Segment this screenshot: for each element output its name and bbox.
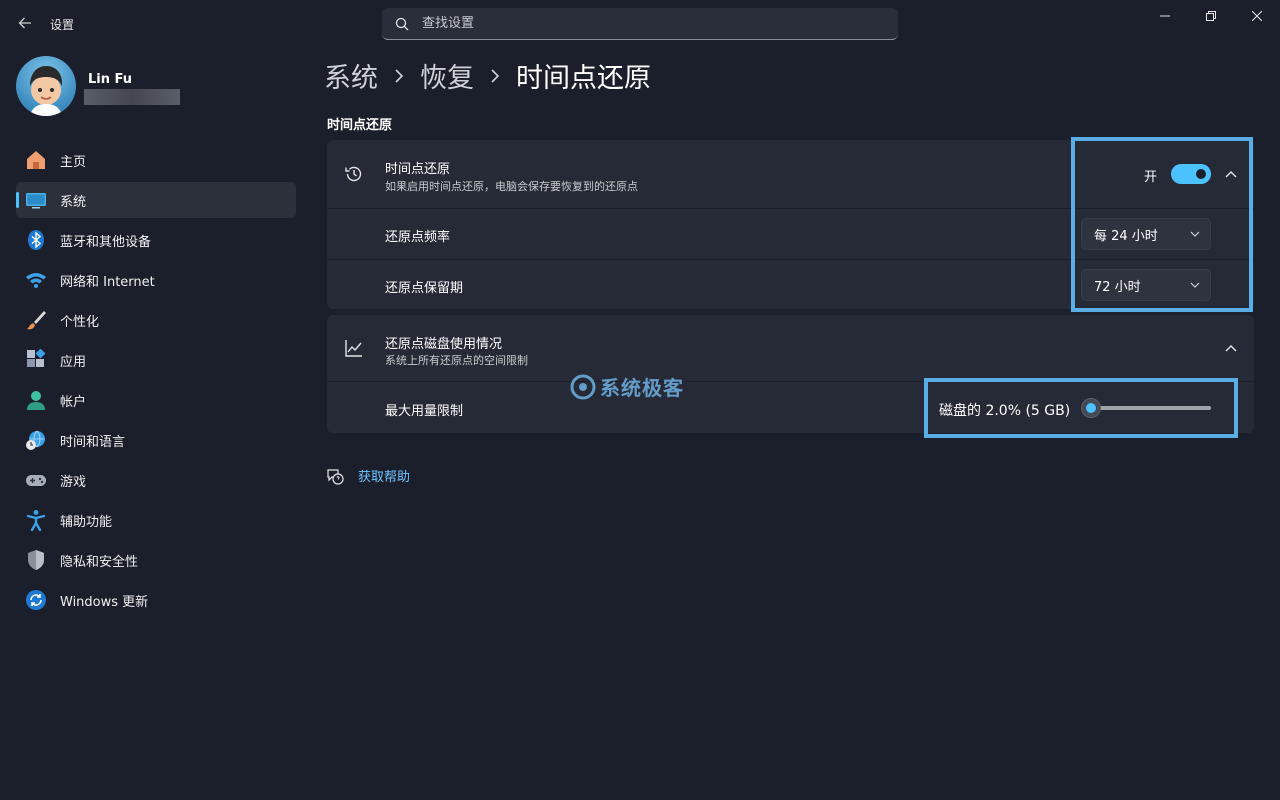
sidebar-item-network[interactable]: 网络和 Internet [16, 262, 296, 298]
sidebar-item-label: 个性化 [60, 314, 100, 330]
minimize-icon [1160, 15, 1170, 17]
sidebar-item-label: 应用 [60, 354, 87, 370]
sidebar-item-label: 游戏 [60, 474, 87, 490]
sidebar-item-label: 主页 [60, 154, 87, 170]
sidebar-item-label: 辅助功能 [60, 514, 113, 530]
home-icon [25, 149, 47, 171]
sidebar-item-time-language[interactable]: 时间和语言 [16, 422, 296, 458]
search-box[interactable] [382, 8, 898, 40]
frequency-label: 还原点频率 [385, 230, 451, 245]
back-button[interactable] [14, 12, 36, 34]
breadcrumb: 系统 恢复 时间点还原 [324, 56, 651, 95]
user-profile[interactable]: Lin Fu [16, 56, 296, 118]
help-chat-icon [327, 468, 344, 485]
retention-label: 还原点保留期 [385, 281, 464, 296]
get-help-text: 获取帮助 [358, 470, 411, 485]
minimize-button[interactable] [1142, 0, 1188, 32]
brush-icon [25, 309, 47, 331]
close-button[interactable] [1234, 0, 1280, 32]
sidebar-item-personalization[interactable]: 个性化 [16, 302, 296, 338]
globe-clock-icon [25, 429, 47, 451]
search-icon [382, 17, 422, 31]
sidebar-item-label: 隐私和安全性 [60, 554, 139, 570]
highlight-box [924, 378, 1238, 438]
search-input[interactable] [422, 16, 862, 31]
sidebar-nav: 主页 系统 蓝牙和其他设备 网络和 Internet 个性化 应用 帐户 时间和… [16, 142, 296, 622]
restore-button[interactable] [1188, 0, 1234, 32]
section-title: 时间点还原 [327, 118, 393, 133]
sidebar-item-system[interactable]: 系统 [16, 182, 296, 218]
watermark: 系统极客 [570, 372, 684, 401]
shield-icon [25, 549, 47, 571]
sidebar-item-bluetooth[interactable]: 蓝牙和其他设备 [16, 222, 296, 258]
sidebar-item-home[interactable]: 主页 [16, 142, 296, 178]
sidebar-item-privacy[interactable]: 隐私和安全性 [16, 542, 296, 578]
chevron-right-icon [392, 68, 406, 83]
restore-title: 时间点还原 [385, 162, 451, 177]
apps-icon [25, 349, 47, 371]
system-icon [25, 189, 47, 211]
sidebar-item-label: 帐户 [60, 394, 87, 410]
breadcrumb-recovery[interactable]: 恢复 [420, 56, 474, 95]
restore-icon [1206, 11, 1216, 21]
sidebar-item-label: Windows 更新 [60, 594, 149, 610]
chart-line-icon [343, 337, 365, 359]
highlight-box [1071, 137, 1253, 312]
collapse-button[interactable] [1219, 336, 1243, 360]
disk-usage-subtitle: 系统上所有还原点的空间限制 [385, 354, 528, 367]
restore-subtitle: 如果启用时间点还原，电脑会保存要恢复到的还原点 [385, 180, 638, 193]
chevron-right-icon [488, 68, 502, 83]
sidebar-item-gaming[interactable]: 游戏 [16, 462, 296, 498]
sidebar-item-windows-update[interactable]: Windows 更新 [16, 582, 296, 618]
sidebar-item-label: 系统 [60, 194, 87, 210]
sidebar-item-apps[interactable]: 应用 [16, 342, 296, 378]
get-help-link[interactable]: 获取帮助 [326, 466, 410, 485]
sidebar-item-accounts[interactable]: 帐户 [16, 382, 296, 418]
update-icon [25, 589, 47, 611]
sidebar-item-label: 网络和 Internet [60, 274, 155, 290]
close-icon [1252, 11, 1262, 21]
page-title: 时间点还原 [516, 63, 651, 94]
app-title: 设置 [50, 18, 75, 32]
gamepad-icon [25, 469, 47, 491]
watermark-text: 系统极客 [600, 376, 684, 400]
accessibility-icon [25, 509, 47, 531]
chevron-up-icon [1225, 345, 1237, 352]
wifi-icon [25, 269, 47, 291]
title-bar: 设置 [0, 0, 1280, 48]
avatar [16, 56, 76, 116]
sidebar-item-accessibility[interactable]: 辅助功能 [16, 502, 296, 538]
redacted-email [84, 89, 180, 105]
user-name: Lin Fu [88, 72, 133, 87]
max-usage-label: 最大用量限制 [385, 404, 464, 419]
account-icon [25, 389, 47, 411]
back-arrow-icon [18, 17, 31, 29]
breadcrumb-system[interactable]: 系统 [324, 56, 378, 95]
sidebar-item-label: 蓝牙和其他设备 [60, 234, 152, 250]
disk-header-row[interactable]: 还原点磁盘使用情况 系统上所有还原点的空间限制 [327, 315, 1254, 381]
watermark-logo-icon [570, 374, 596, 399]
disk-usage-title: 还原点磁盘使用情况 [385, 337, 503, 352]
history-icon [343, 163, 365, 185]
sidebar-item-label: 时间和语言 [60, 434, 126, 450]
bluetooth-icon [25, 229, 47, 251]
